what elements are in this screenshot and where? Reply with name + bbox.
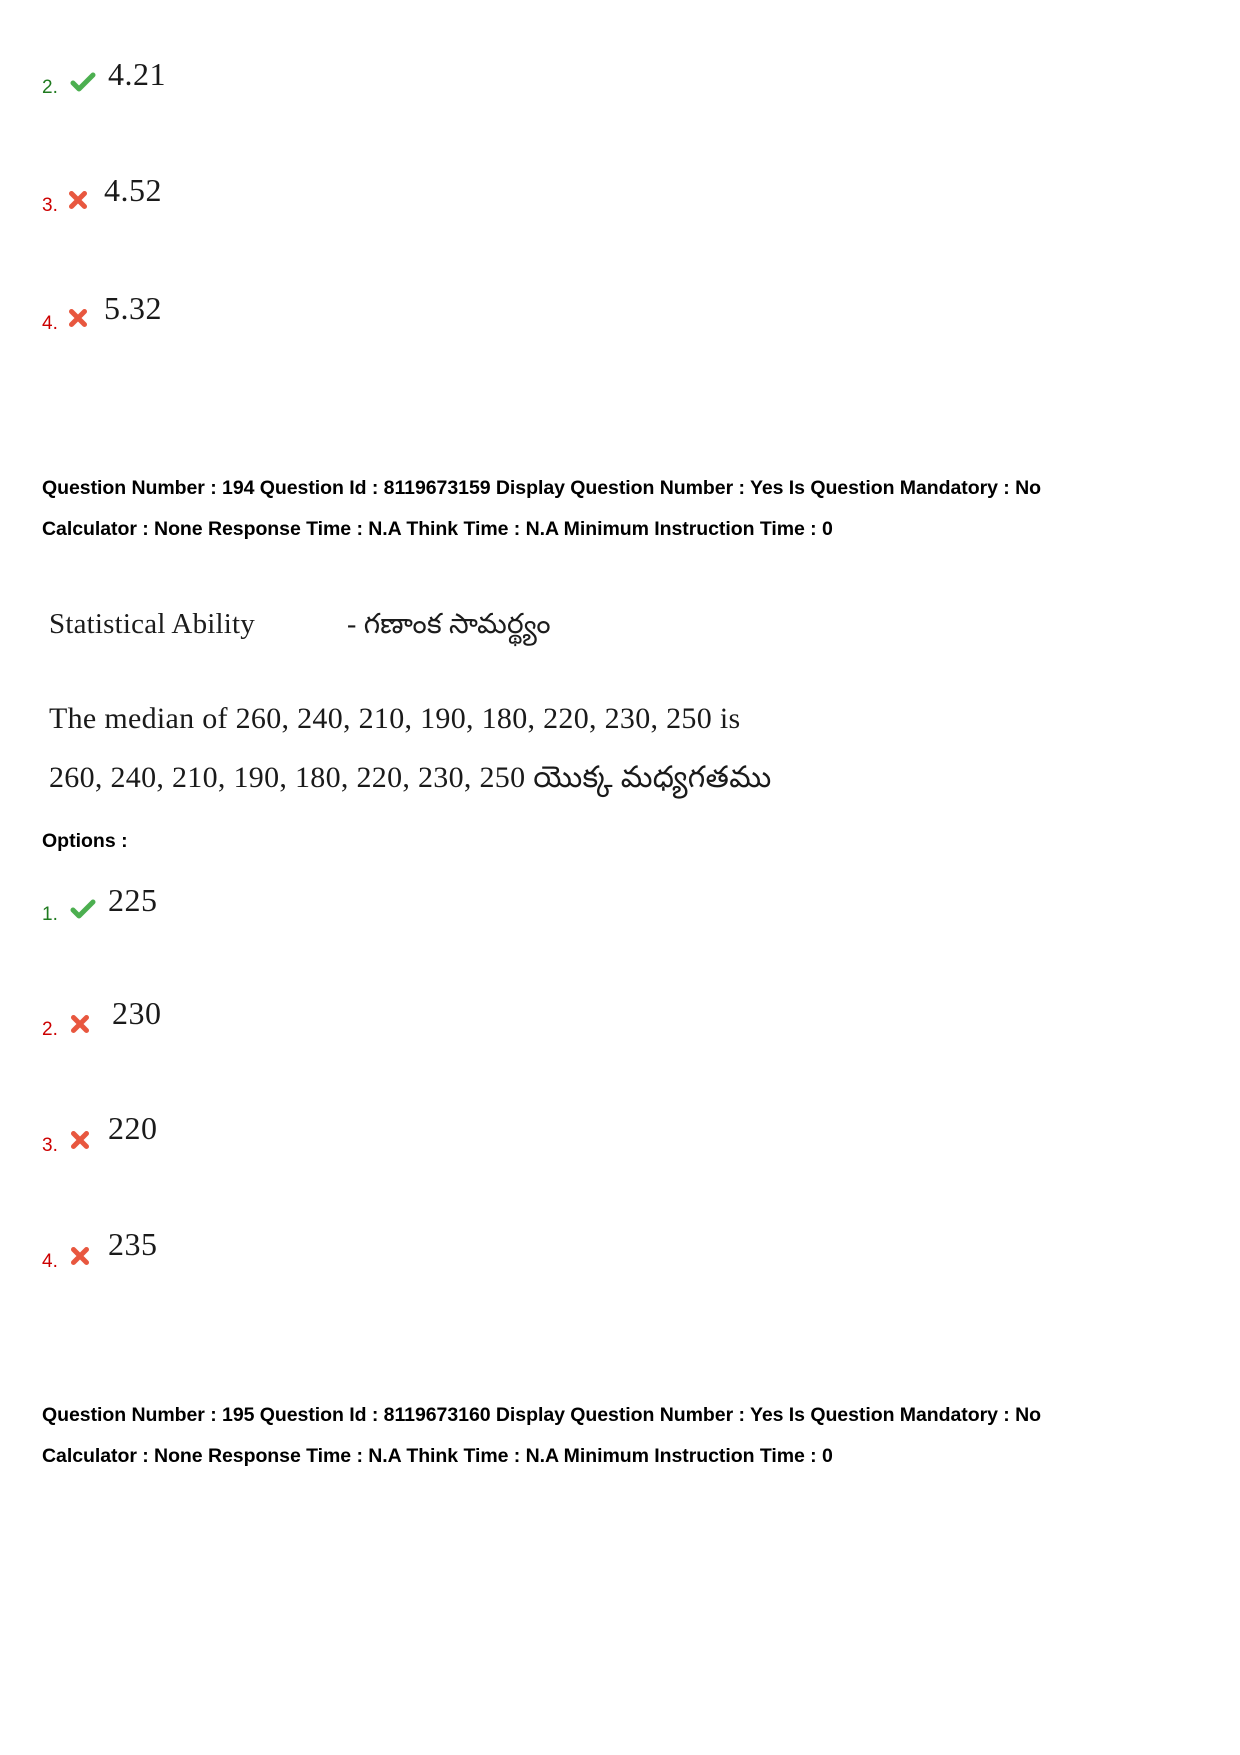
question-194-meta: Question Number : 194 Question Id : 8119… <box>42 477 1042 540</box>
option-value: 4.21 <box>108 56 166 92</box>
option-value: 4.52 <box>104 172 162 208</box>
option-value: 5.32 <box>104 290 162 326</box>
check-mark-icon <box>70 70 96 96</box>
cross-mark-icon <box>68 190 88 210</box>
cross-mark-icon <box>68 308 88 328</box>
option-number: 3. <box>42 1135 58 1156</box>
question-194-text-telugu: 260, 240, 210, 190, 180, 220, 230, 250 య… <box>49 761 772 794</box>
options-label: Options : <box>42 830 128 852</box>
question-195-meta: Question Number : 195 Question Id : 8119… <box>42 1404 1042 1467</box>
option-number: 1. <box>42 904 58 925</box>
option-value: 220 <box>108 1110 158 1146</box>
option-number: 2. <box>42 77 58 98</box>
option-number: 3. <box>42 195 58 216</box>
option-value: 230 <box>112 995 162 1031</box>
cross-mark-icon <box>70 1246 90 1266</box>
cross-mark-icon <box>70 1130 90 1150</box>
option-number: 4. <box>42 1251 58 1272</box>
option-value: 225 <box>108 882 158 918</box>
subject-heading-telugu: - గణాంక సామర్థ్యం <box>347 609 551 640</box>
option-number: 4. <box>42 313 58 334</box>
option-number: 2. <box>42 1019 58 1040</box>
check-mark-icon <box>70 897 96 923</box>
subject-heading-english: Statistical Ability <box>49 608 255 640</box>
question-194-text-english: The median of 260, 240, 210, 190, 180, 2… <box>49 702 741 735</box>
option-value: 235 <box>108 1226 158 1262</box>
subject-heading: Statistical Ability - గణాంక సామర్థ్యం <box>49 608 551 647</box>
exam-answer-key-page: 2. 4.21 3. 4.52 4. 5.32 Question Number … <box>0 0 1240 1755</box>
cross-mark-icon <box>70 1014 90 1034</box>
